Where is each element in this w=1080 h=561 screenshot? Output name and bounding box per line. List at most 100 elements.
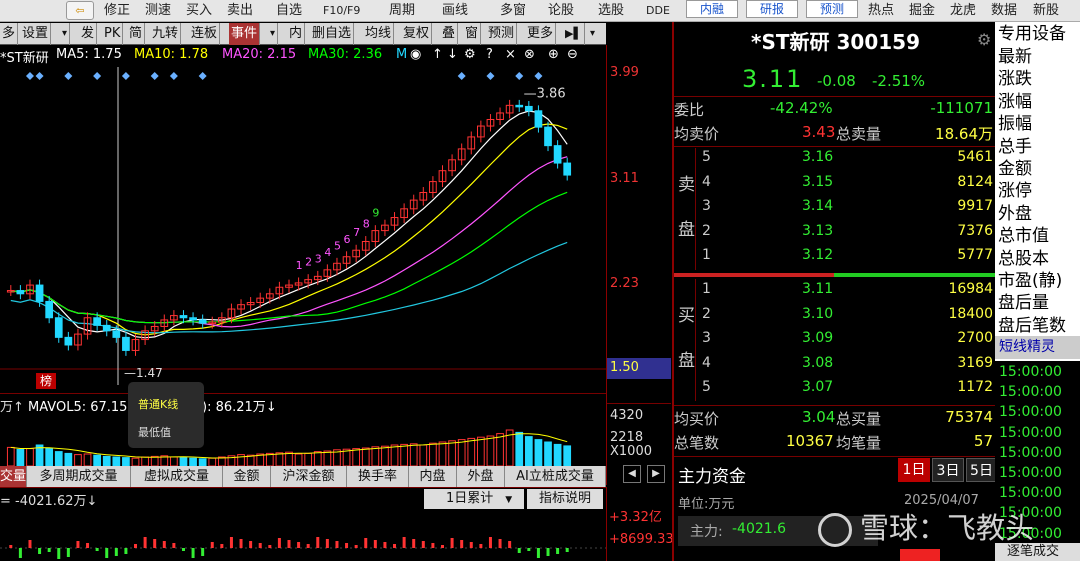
- gear-icon[interactable]: ⚙: [977, 30, 991, 49]
- ask-row[interactable]: 5 3.16 5461: [674, 149, 997, 171]
- spirit-time[interactable]: 15:00:00: [995, 361, 1080, 383]
- chart-tool-overlay[interactable]: 叠: [440, 23, 459, 45]
- side-menu-item[interactable]: 盘后笔数: [998, 315, 1066, 337]
- toolbar-item-sell[interactable]: 卖出: [227, 0, 253, 21]
- side-menu-item[interactable]: 金额: [998, 158, 1032, 180]
- kline-chart[interactable]: —3.86 —1.47 1 2 3456789: [0, 45, 606, 385]
- chart-tool-forecast[interactable]: 预测: [486, 23, 518, 45]
- toolbar-item-speed[interactable]: 测速: [145, 0, 171, 21]
- toolbar-item-multiwin[interactable]: 多窗: [500, 0, 526, 21]
- scroll-left-icon[interactable]: ◀: [623, 465, 641, 483]
- tab-3d[interactable]: 3日: [932, 458, 964, 482]
- tab-volume[interactable]: 交量: [0, 466, 27, 487]
- tab-5d[interactable]: 5日: [966, 458, 997, 482]
- toolbar-item-f10[interactable]: F10/F9: [323, 0, 360, 21]
- chart-tool-more[interactable]: 更多: [525, 23, 557, 45]
- chart-tool-inner[interactable]: 内: [287, 23, 306, 45]
- toolbar-item-period[interactable]: 周期: [389, 0, 415, 21]
- bid-row[interactable]: 2 3.10 18400: [674, 306, 997, 328]
- side-menu-item[interactable]: 总市值: [998, 225, 1049, 247]
- side-menu-item[interactable]: 总手: [998, 136, 1032, 158]
- toolbar-item-screen[interactable]: 选股: [598, 0, 624, 21]
- tab-turnover[interactable]: 换手率: [347, 466, 409, 487]
- chart-tool-ma[interactable]: 均线: [363, 23, 395, 45]
- toolbar-button-margin[interactable]: 内融: [686, 0, 738, 18]
- eye-icon[interactable]: ◉: [410, 47, 421, 62]
- spirit-time[interactable]: 15:00:00: [995, 381, 1080, 404]
- toolbar-item-correct[interactable]: 修正: [104, 0, 130, 21]
- chart-tool-simple[interactable]: 简: [127, 23, 146, 45]
- toolbar-item-dde[interactable]: DDE: [646, 0, 670, 21]
- expand-arrow-icon[interactable]: ▶▌: [563, 23, 585, 45]
- spirit-time[interactable]: 15:00:00: [995, 421, 1080, 444]
- add-icon[interactable]: ⊕: [548, 47, 559, 62]
- bid-row[interactable]: 5 3.07 1172: [674, 379, 997, 401]
- spirit-time[interactable]: 15:00:00: [995, 401, 1080, 424]
- side-menu-item[interactable]: 涨停: [998, 180, 1032, 202]
- chart-tool-pk[interactable]: PK: [102, 23, 124, 45]
- tick-trades-tab[interactable]: 逐笔成交: [995, 543, 1080, 561]
- toolbar-item-hot[interactable]: 热点: [868, 0, 894, 21]
- side-menu-item[interactable]: 外盘: [998, 203, 1032, 225]
- ask-row[interactable]: 4 3.15 8124: [674, 174, 997, 196]
- chart-tool-window[interactable]: 窗: [463, 23, 482, 45]
- tab-ai-volume[interactable]: AI立桩成交量: [505, 466, 606, 487]
- bid-row[interactable]: 4 3.08 3169: [674, 355, 997, 377]
- chart-tool-remove-watch[interactable]: 删自选: [310, 23, 355, 45]
- collapse-icon[interactable]: ⊖: [567, 47, 578, 62]
- chart-tool-event[interactable]: 事件: [229, 23, 261, 45]
- tab-multi-period-volume[interactable]: 多周期成交量: [27, 466, 131, 487]
- side-menu-item[interactable]: 振幅: [998, 113, 1032, 135]
- toolbar-item-dragon[interactable]: 龙虎: [950, 0, 976, 21]
- spirit-time[interactable]: 15:00:00: [995, 462, 1080, 484]
- period-select[interactable]: 1日累计 ▼: [424, 489, 524, 509]
- side-menu-title[interactable]: 专用设备: [998, 23, 1066, 45]
- ask-row[interactable]: 2 3.13 7376: [674, 223, 997, 245]
- toolbar-item-data[interactable]: 数据: [991, 0, 1017, 21]
- close-circle-icon[interactable]: ⊗: [524, 47, 535, 62]
- rank-badge[interactable]: 榜: [36, 373, 56, 389]
- short-line-spirit[interactable]: 短线精灵: [995, 336, 1080, 359]
- chevron-down-icon[interactable]: ▾: [60, 23, 71, 45]
- chart-tool-nine-turn[interactable]: 九转: [150, 23, 182, 45]
- close-icon[interactable]: ×: [505, 47, 516, 62]
- toolbar-button-forecast[interactable]: 预测: [806, 0, 858, 18]
- spirit-time[interactable]: 15:00:00: [995, 441, 1080, 464]
- side-menu-item[interactable]: 涨幅: [998, 91, 1032, 113]
- side-menu-item[interactable]: 市盈(静): [998, 270, 1062, 292]
- chevron-down-icon[interactable]: ▾: [268, 23, 279, 45]
- ask-row[interactable]: 1 3.12 5777: [674, 247, 997, 269]
- chart-tool-adjust[interactable]: 复权: [401, 23, 433, 45]
- chart-tool-send[interactable]: 发: [79, 23, 98, 45]
- toolbar-item-ipo[interactable]: 新股: [1033, 0, 1059, 21]
- tab-amount[interactable]: 金额: [223, 466, 271, 487]
- scroll-right-icon[interactable]: ▶: [647, 465, 665, 483]
- chart-tool-limit-up[interactable]: 连板: [189, 23, 221, 45]
- gear-icon[interactable]: ⚙: [464, 47, 476, 62]
- chart-tool-settings[interactable]: 设置: [20, 23, 52, 45]
- back-button[interactable]: ⇦: [66, 1, 94, 20]
- explain-button[interactable]: 指标说明: [527, 489, 603, 509]
- spirit-time[interactable]: 15:00:00: [995, 482, 1080, 505]
- toolbar-item-buy[interactable]: 买入: [186, 0, 212, 21]
- tab-inner[interactable]: 内盘: [409, 466, 457, 487]
- toolbar-item-watchlist[interactable]: 自选: [276, 0, 302, 21]
- chart-tool-multi[interactable]: 多: [0, 23, 19, 45]
- bid-row[interactable]: 1 3.11 16984: [674, 281, 997, 303]
- question-icon[interactable]: ?: [486, 47, 493, 62]
- side-menu-item[interactable]: 盘后量: [998, 292, 1049, 314]
- toolbar-item-dig[interactable]: 掘金: [909, 0, 935, 21]
- toolbar-button-research[interactable]: 研报: [746, 0, 798, 18]
- toolbar-item-discuss[interactable]: 论股: [548, 0, 574, 21]
- side-menu-item[interactable]: 最新: [998, 46, 1032, 68]
- bid-row[interactable]: 3 3.09 2700: [674, 330, 997, 352]
- toolbar-item-draw[interactable]: 画线: [442, 0, 468, 21]
- tab-sh-sz-amount[interactable]: 沪深金额: [271, 466, 347, 487]
- chevron-down-icon[interactable]: ▾: [588, 23, 597, 45]
- ask-row[interactable]: 3 3.14 9917: [674, 198, 997, 220]
- tab-virtual-volume[interactable]: 虚拟成交量: [131, 466, 223, 487]
- side-menu-item[interactable]: 涨跌: [998, 68, 1032, 90]
- tab-1d[interactable]: 1日: [898, 458, 930, 482]
- side-menu-item[interactable]: 总股本: [998, 248, 1049, 270]
- arrow-up-icon[interactable]: ↑: [432, 47, 443, 62]
